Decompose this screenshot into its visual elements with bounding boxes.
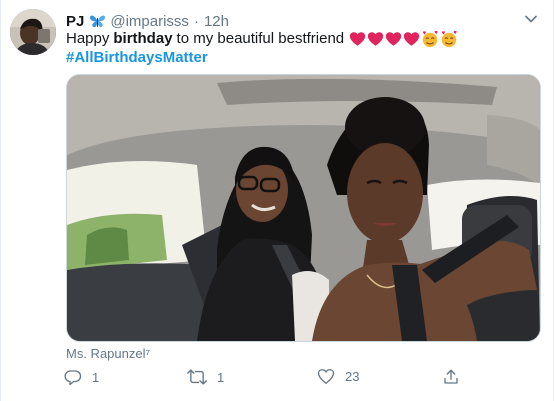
avatar[interactable] — [10, 9, 56, 55]
selfie-photo — [67, 75, 540, 341]
media-credit[interactable]: Ms. Rapunzel⁷ — [66, 346, 150, 361]
tweet-header: PJ @imparisss · 12h — [66, 11, 229, 31]
retweet-icon — [187, 368, 207, 386]
tweet-photo[interactable] — [66, 74, 541, 342]
display-name[interactable]: PJ — [66, 13, 84, 30]
user-handle[interactable]: @imparisss — [110, 13, 189, 30]
like-count: 23 — [345, 369, 360, 384]
reply-button[interactable]: 1 — [64, 368, 99, 386]
heart-emoji — [403, 31, 420, 46]
smiling-face-with-hearts-emoji — [441, 30, 457, 47]
tweet-text: Happy birthday to my beautiful bestfrien… — [66, 29, 536, 67]
smiling-face-with-hearts-emoji — [422, 30, 438, 47]
timestamp[interactable]: 12h — [204, 13, 229, 30]
retweet-button[interactable]: 1 — [187, 368, 224, 386]
tweet-border-left — [0, 0, 1, 401]
tweet-actions: 1 1 23 — [64, 368, 534, 390]
heart-icon — [317, 368, 335, 385]
text-after: to my beautiful bestfriend — [176, 30, 345, 47]
separator-dot: · — [193, 12, 199, 30]
heart-emoji — [385, 31, 402, 46]
reply-count: 1 — [92, 369, 100, 385]
share-icon — [442, 368, 460, 386]
retweet-count: 1 — [217, 369, 225, 385]
text-bold: birthday — [113, 30, 173, 47]
reply-icon — [64, 368, 82, 386]
chevron-down-icon[interactable] — [523, 11, 539, 27]
hashtag-link[interactable]: #AllBirthdaysMatter — [66, 48, 208, 67]
butterfly-icon — [89, 14, 106, 29]
hashtag-line: #AllBirthdaysMatter — [66, 48, 536, 67]
tweet-text-line: Happy birthday to my beautiful bestfrien… — [66, 29, 536, 48]
share-button[interactable] — [442, 368, 460, 386]
like-button[interactable]: 23 — [317, 368, 359, 385]
text-before: Happy — [66, 30, 110, 47]
heart-emoji — [349, 31, 366, 46]
heart-emoji — [367, 31, 384, 46]
emoji-group — [349, 30, 458, 48]
